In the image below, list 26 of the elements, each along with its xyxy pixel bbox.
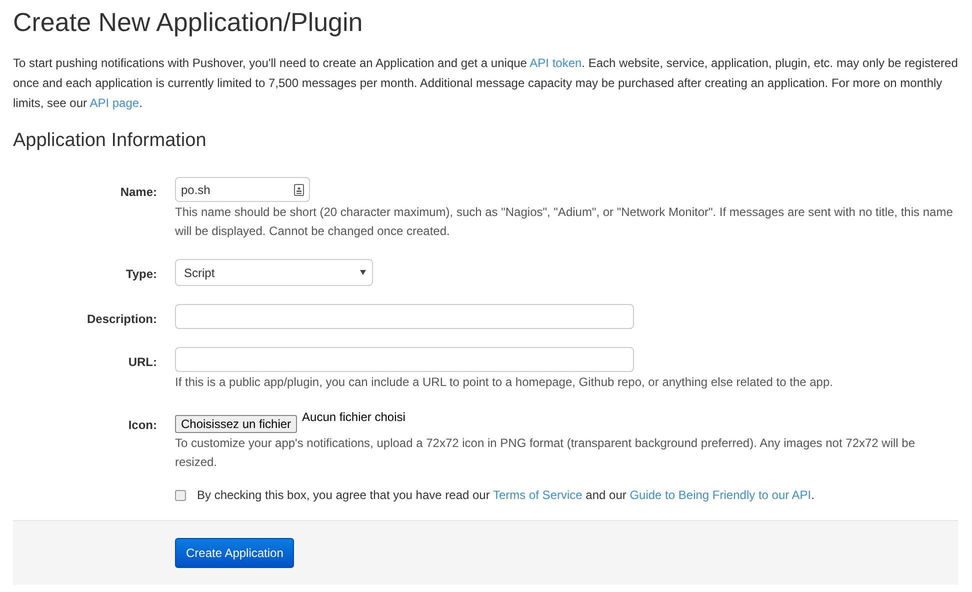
text-link[interactable]: API page — [90, 96, 140, 110]
agree-checkbox[interactable] — [175, 490, 186, 500]
choose-file-button[interactable]: Choisissez un fichier — [175, 415, 298, 433]
text-link[interactable]: Terms of Service — [492, 488, 582, 502]
page-title: Create New Application/Plugin — [13, 6, 364, 39]
help-text: To customize your app's notifications, upload a 72x72 icon in PNG format (transparent background preferred). Any images not 72x72 will be resized. — [175, 435, 916, 471]
agreement-text: By checking this box, you agree that you have read our Terms of Service and our Guide to Being Friendly to our API. — [197, 488, 814, 502]
input-field[interactable]: po.sh — [175, 177, 310, 202]
section-title: Application Information — [13, 129, 208, 153]
field-label: Name: — [119, 184, 157, 201]
field-label: Description: — [86, 311, 157, 328]
help-text: If this is a public app/plugin, you can include a URL to point to a homepage, Github repo, or anything else related to the app. — [175, 374, 834, 391]
caret-icon — [360, 270, 366, 275]
file-status: Aucun fichier choisi — [302, 410, 406, 424]
field-label: Type: — [124, 266, 157, 283]
help-text: This name should be short (20 character maximum), such as "Nagios", "Adium", or "Network Monitor". If messages are sent with no title, this name will be displayed. Cannot be changed once created. — [175, 204, 954, 240]
type-dropdown[interactable]: Script — [175, 259, 373, 286]
text-link[interactable]: API token — [530, 56, 582, 70]
field-label: URL: — [127, 354, 157, 371]
contact-card-icon[interactable] — [294, 184, 304, 196]
create-application-button[interactable]: Create Application — [175, 538, 294, 568]
text-link[interactable]: Guide to Being Friendly to our API — [630, 488, 812, 502]
input-field[interactable] — [175, 304, 634, 329]
field-label: Icon: — [127, 417, 157, 434]
input-field[interactable] — [175, 347, 634, 372]
intro-paragraph: To start pushing notifications with Pushover, you'll need to create an Application and get a unique API token. Each website, service, application, plugin, etc. may only be registered once and each application is currently limited to 7,500 messages per month. Additional message capacity may be purchased after creating an application. For more on monthly limits, see our API page. — [13, 55, 958, 112]
